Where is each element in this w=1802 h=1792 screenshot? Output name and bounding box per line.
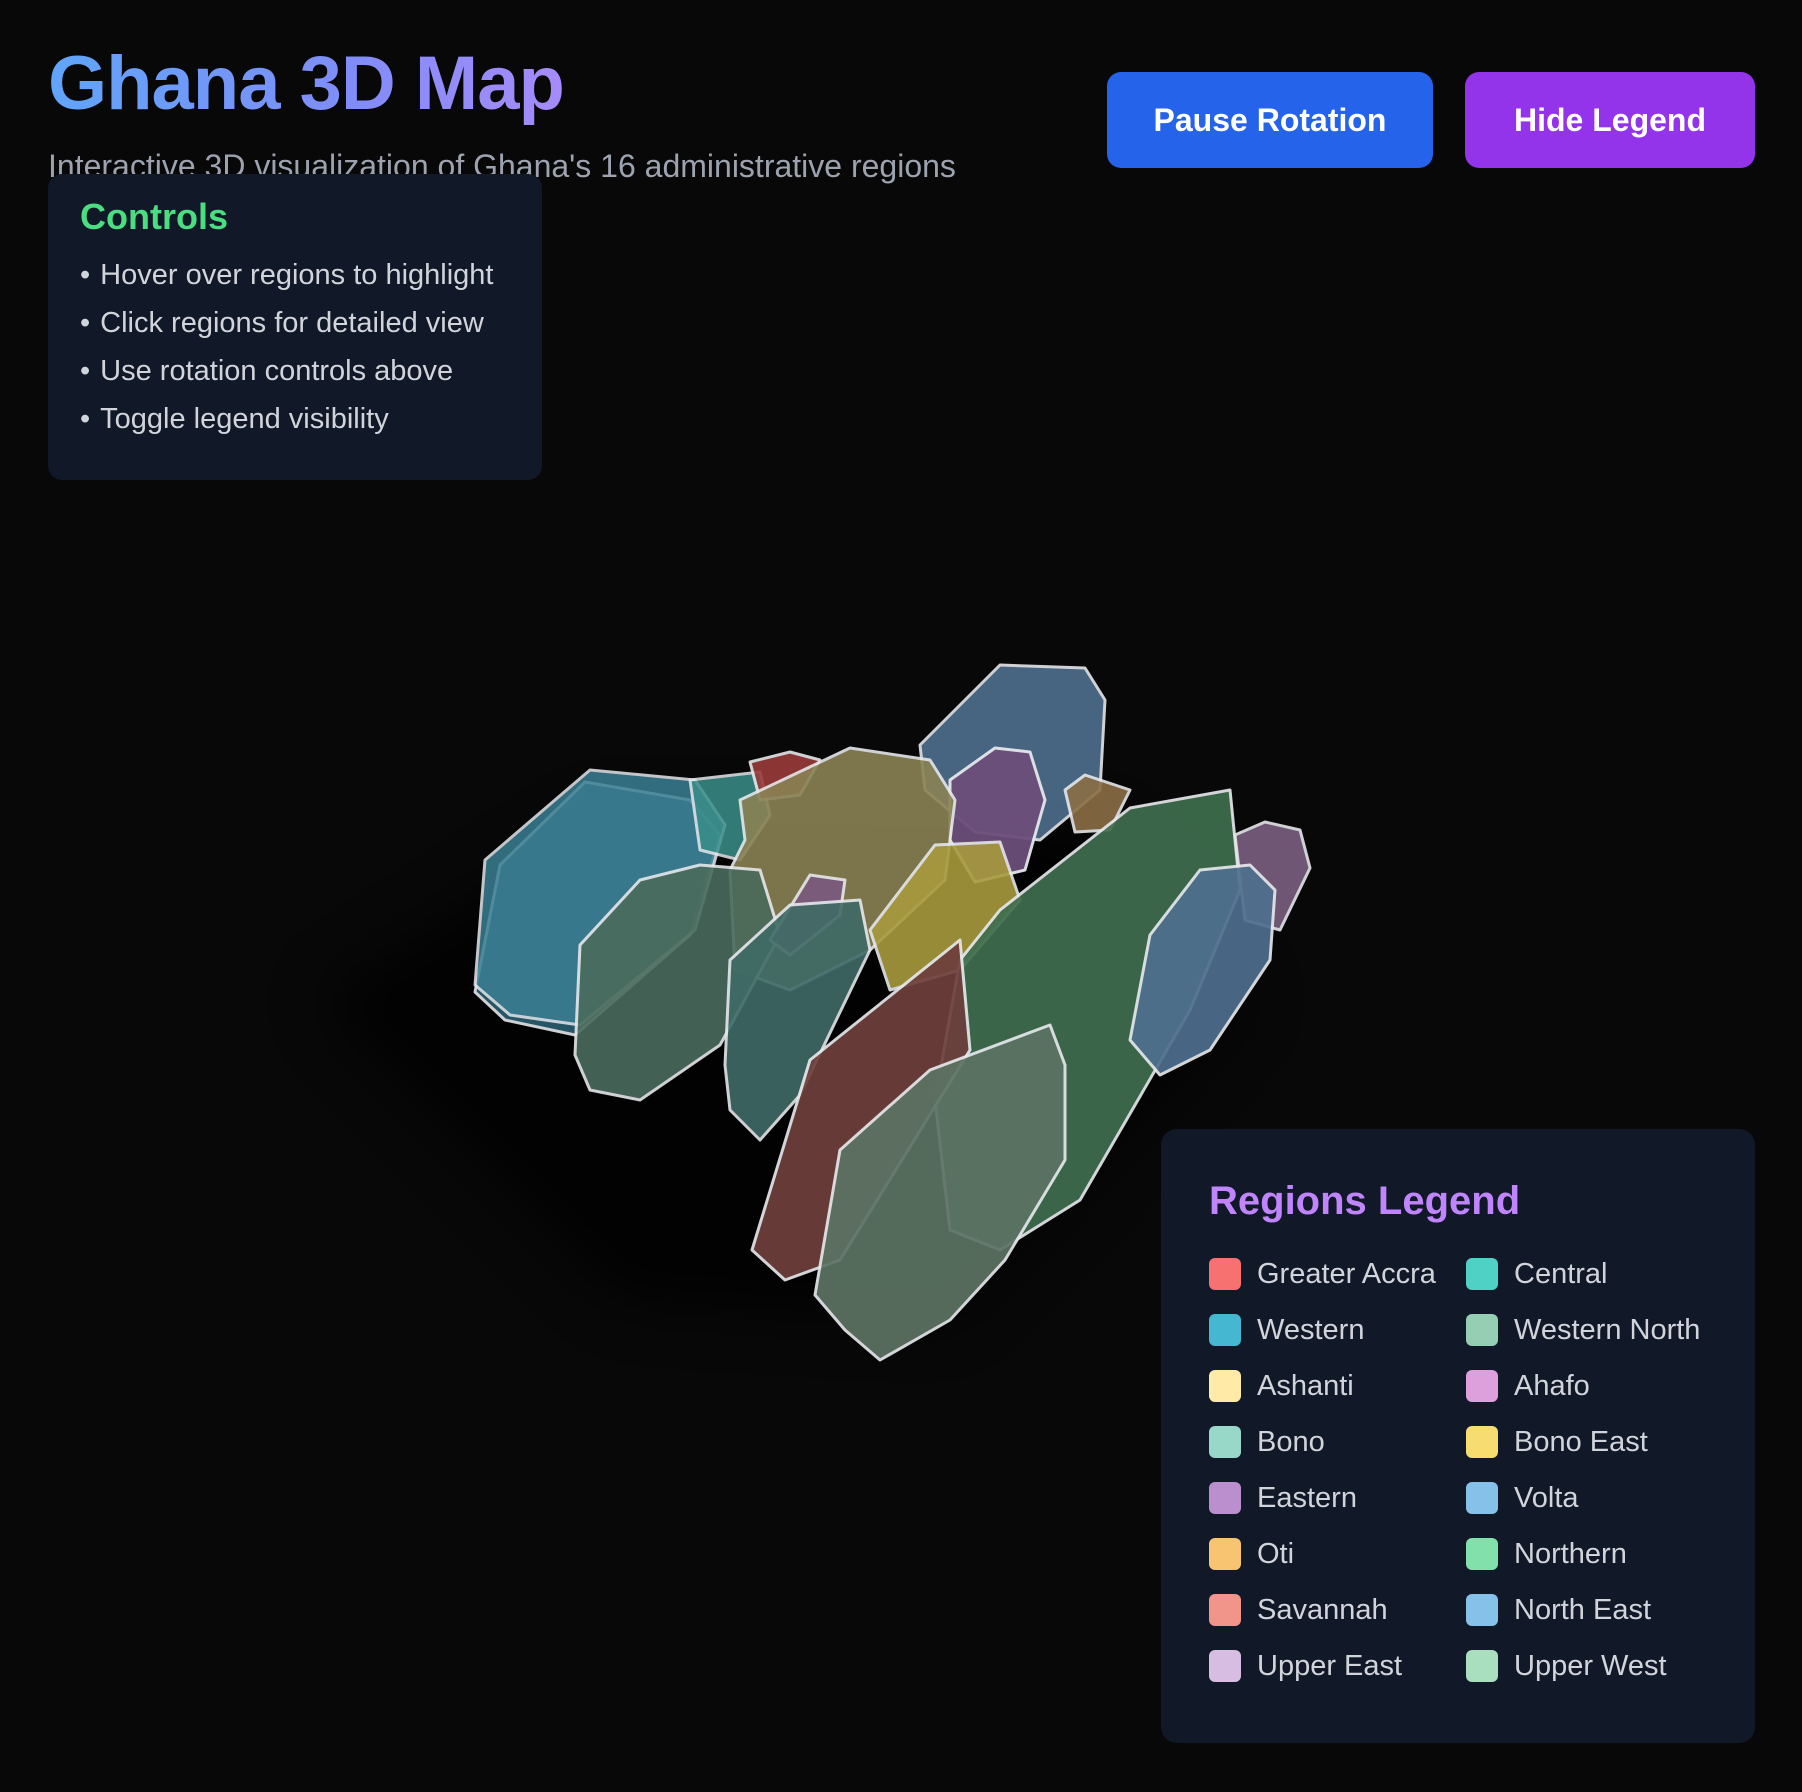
legend-swatch (1209, 1258, 1241, 1290)
legend-item: Western (1209, 1314, 1466, 1346)
controls-item: • Toggle legend visibility (80, 403, 389, 435)
bullet-icon: • (80, 307, 91, 339)
legend-item: Eastern (1209, 1482, 1466, 1514)
bullet-icon: • (80, 355, 91, 387)
legend-swatch (1466, 1650, 1498, 1682)
legend-item: Savannah (1209, 1594, 1466, 1626)
legend-item: Oti (1209, 1538, 1466, 1570)
legend-item: Volta (1466, 1482, 1707, 1514)
legend-swatch (1466, 1314, 1498, 1346)
legend-swatch (1466, 1594, 1498, 1626)
bullet-icon: • (80, 259, 91, 291)
legend-swatch (1209, 1314, 1241, 1346)
legend-item: Ashanti (1209, 1370, 1466, 1402)
legend-label: North East (1514, 1593, 1651, 1626)
controls-list: • Hover over regions to highlight • Click … (80, 258, 510, 437)
legend-swatch (1209, 1650, 1241, 1682)
legend-label: Upper West (1514, 1649, 1667, 1682)
controls-item: • Hover over regions to highlight (80, 259, 494, 291)
controls-panel: Controls • Hover over regions to highligh… (48, 174, 542, 480)
legend-swatch (1466, 1538, 1498, 1570)
legend-label: Bono East (1514, 1425, 1648, 1458)
controls-item: • Click regions for detailed view (80, 307, 484, 339)
legend-label: Western North (1514, 1313, 1701, 1346)
legend-label: Eastern (1257, 1481, 1357, 1514)
legend-item: Greater Accra (1209, 1258, 1466, 1290)
legend-swatch (1466, 1482, 1498, 1514)
legend-title: Regions Legend (1209, 1179, 1521, 1223)
legend-item: Upper West (1466, 1650, 1707, 1682)
legend-label: Northern (1514, 1537, 1627, 1570)
regions-legend: Regions Legend Greater Accra Central Weste… (1161, 1129, 1755, 1743)
legend-label: Greater Accra (1257, 1257, 1436, 1290)
legend-label: Savannah (1257, 1593, 1388, 1626)
legend-label: Volta (1514, 1481, 1579, 1514)
legend-swatch (1209, 1370, 1241, 1402)
legend-item: Bono (1209, 1426, 1466, 1458)
legend-item: Bono East (1466, 1426, 1707, 1458)
legend-swatch (1466, 1258, 1498, 1290)
legend-swatch (1209, 1538, 1241, 1570)
controls-item: • Use rotation controls above (80, 355, 454, 387)
legend-label: Western (1257, 1313, 1365, 1346)
legend-label: Oti (1257, 1537, 1295, 1570)
legend-swatch (1466, 1370, 1498, 1402)
legend-swatch (1209, 1594, 1241, 1626)
legend-item: Upper East (1209, 1650, 1466, 1682)
legend-label: Central (1514, 1257, 1608, 1290)
controls-title: Controls (80, 196, 228, 237)
legend-item: Ahafo (1466, 1370, 1707, 1402)
legend-label: Upper East (1257, 1649, 1403, 1682)
legend-item: Central (1466, 1258, 1707, 1290)
bullet-icon: • (80, 403, 91, 435)
legend-item: Western North (1466, 1314, 1707, 1346)
legend-grid: Greater Accra Central Western Western North… (1209, 1258, 1707, 1682)
legend-swatch (1209, 1426, 1241, 1458)
legend-item: Northern (1466, 1538, 1707, 1570)
legend-swatch (1209, 1482, 1241, 1514)
legend-label: Ahafo (1514, 1369, 1590, 1402)
legend-item: North East (1466, 1594, 1707, 1626)
legend-label: Bono (1257, 1425, 1325, 1458)
legend-label: Ashanti (1257, 1369, 1354, 1402)
legend-swatch (1466, 1426, 1498, 1458)
